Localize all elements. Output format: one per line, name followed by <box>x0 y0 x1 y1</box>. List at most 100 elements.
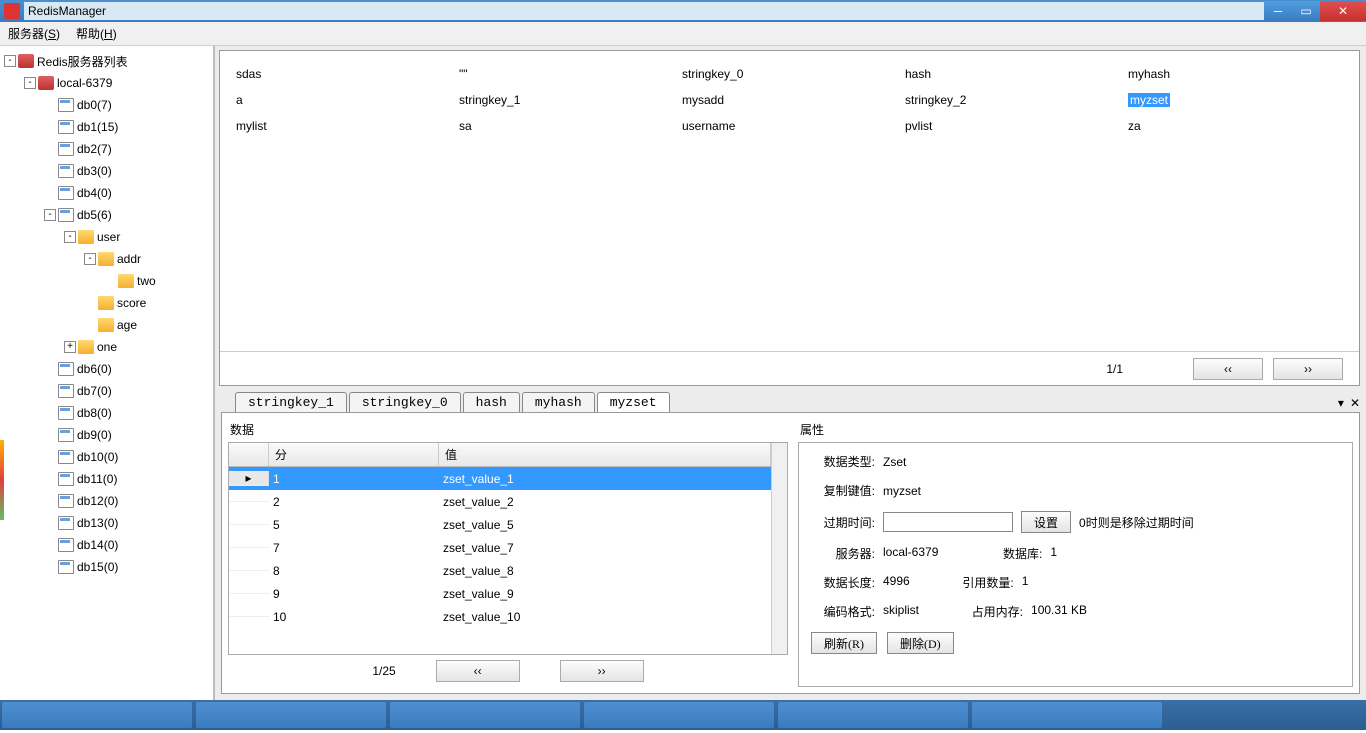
folder-icon <box>78 230 94 244</box>
tree-db[interactable]: db14(0) <box>77 538 118 552</box>
zset-prev-button[interactable]: ‹‹ <box>436 660 520 682</box>
key-cell[interactable]: myhash <box>1124 61 1347 87</box>
close-button[interactable]: ✕ <box>1320 1 1366 21</box>
next-page-button[interactable]: ›› <box>1273 358 1343 380</box>
prop-refcount-label: 引用数量: <box>950 574 1014 591</box>
key-cell[interactable]: stringkey_1 <box>455 87 678 113</box>
expand-toggle[interactable]: - <box>64 231 76 243</box>
minimize-button[interactable]: ─ <box>1264 1 1292 21</box>
table-row[interactable]: 10zset_value_10 <box>229 605 771 628</box>
prop-server-value: local-6379 <box>883 545 938 562</box>
tab-myhash[interactable]: myhash <box>522 392 595 412</box>
key-cell[interactable]: stringkey_2 <box>901 87 1124 113</box>
tab-stringkey_0[interactable]: stringkey_0 <box>349 392 461 412</box>
delete-button[interactable]: 删除(D) <box>887 632 954 654</box>
tree-db[interactable]: db6(0) <box>77 362 112 376</box>
tree-folder[interactable]: one <box>97 340 117 354</box>
tree-db[interactable]: db7(0) <box>77 384 112 398</box>
prop-copykey-label: 复制键值: <box>811 482 875 499</box>
db-icon <box>58 98 74 112</box>
tree-folder[interactable]: score <box>117 296 146 310</box>
tree-root-label[interactable]: Redis服务器列表 <box>37 53 128 70</box>
prop-type-value: Zset <box>883 455 906 469</box>
table-row[interactable]: 9zset_value_9 <box>229 582 771 605</box>
scrollbar[interactable] <box>771 443 787 654</box>
tree-db[interactable]: db1(15) <box>77 120 118 134</box>
tab-hash[interactable]: hash <box>463 392 520 412</box>
tab-stringkey_1[interactable]: stringkey_1 <box>235 392 347 412</box>
db-icon <box>58 516 74 530</box>
properties-panel: 数据类型:Zset 复制键值:myzset 过期时间: 设置 0时则是移除过期时… <box>798 442 1353 687</box>
tree-folder[interactable]: addr <box>117 252 141 266</box>
prop-type-label: 数据类型: <box>811 453 875 470</box>
table-row[interactable]: 8zset_value_8 <box>229 559 771 582</box>
key-cell[interactable]: username <box>678 113 901 139</box>
col-value[interactable]: 值 <box>439 443 771 466</box>
key-cell[interactable]: "" <box>455 61 678 87</box>
expire-input[interactable] <box>883 512 1013 532</box>
tree-connection-label[interactable]: local-6379 <box>57 76 112 90</box>
tree-folder[interactable]: age <box>117 318 137 332</box>
expand-toggle[interactable]: - <box>4 55 16 67</box>
tree-db[interactable]: db5(6) <box>77 208 112 222</box>
prop-copykey-value[interactable]: myzset <box>883 484 921 498</box>
db-icon <box>58 362 74 376</box>
tree-db[interactable]: db13(0) <box>77 516 118 530</box>
tree-db[interactable]: db3(0) <box>77 164 112 178</box>
titlebar: RedisManager ─ ▭ ✕ <box>0 0 1366 22</box>
key-cell[interactable]: stringkey_0 <box>678 61 901 87</box>
prev-page-button[interactable]: ‹‹ <box>1193 358 1263 380</box>
col-score[interactable]: 分 <box>269 443 439 466</box>
refresh-button[interactable]: 刷新(R) <box>811 632 877 654</box>
key-grid[interactable]: sdas""stringkey_0hashmyhashastringkey_1m… <box>220 51 1359 351</box>
taskbar[interactable] <box>0 700 1366 730</box>
key-cell[interactable]: mysadd <box>678 87 901 113</box>
key-cell[interactable]: sdas <box>232 61 455 87</box>
tree-db[interactable]: db8(0) <box>77 406 112 420</box>
expand-toggle[interactable]: - <box>24 77 36 89</box>
tree-db[interactable]: db10(0) <box>77 450 118 464</box>
table-row[interactable]: 5zset_value_5 <box>229 513 771 536</box>
set-expire-button[interactable]: 设置 <box>1021 511 1071 533</box>
menu-help[interactable]: 帮助(H) <box>76 25 117 42</box>
tab-myzset[interactable]: myzset <box>597 392 670 412</box>
prop-server-label: 服务器: <box>811 545 875 562</box>
expand-toggle[interactable]: - <box>44 209 56 221</box>
key-cell[interactable]: sa <box>455 113 678 139</box>
db-icon <box>58 208 74 222</box>
table-row[interactable]: 7zset_value_7 <box>229 536 771 559</box>
key-cell[interactable]: pvlist <box>901 113 1124 139</box>
menu-server[interactable]: 服务器(S) <box>8 25 60 42</box>
tree-db[interactable]: db0(7) <box>77 98 112 112</box>
zset-header: 分 值 <box>229 443 771 467</box>
server-list-icon <box>18 54 34 68</box>
zset-next-button[interactable]: ›› <box>560 660 644 682</box>
tab-close-icon[interactable]: ✕ <box>1350 396 1360 410</box>
tree-db[interactable]: db2(7) <box>77 142 112 156</box>
db-icon <box>58 142 74 156</box>
key-cell[interactable]: mylist <box>232 113 455 139</box>
table-row[interactable]: 2zset_value_2 <box>229 490 771 513</box>
expand-toggle[interactable]: + <box>64 341 76 353</box>
key-cell[interactable]: hash <box>901 61 1124 87</box>
prop-expire-label: 过期时间: <box>811 514 875 531</box>
zset-table[interactable]: 分 值 ▸1zset_value_12zset_value_25zset_val… <box>228 442 788 655</box>
db-icon <box>58 450 74 464</box>
tree-folder[interactable]: two <box>137 274 156 288</box>
key-cell[interactable]: myzset <box>1124 87 1347 113</box>
tree-db[interactable]: db11(0) <box>77 472 117 486</box>
key-cell[interactable]: za <box>1124 113 1347 139</box>
tree-db[interactable]: db12(0) <box>77 494 118 508</box>
server-tree[interactable]: - Redis服务器列表 - local-6379 db0(7) db1(15)… <box>0 50 213 578</box>
tree-db[interactable]: db4(0) <box>77 186 112 200</box>
expand-toggle[interactable]: - <box>84 253 96 265</box>
tree-db[interactable]: db9(0) <box>77 428 112 442</box>
app-icon <box>4 3 20 19</box>
tab-dropdown-icon[interactable]: ▾ <box>1338 396 1344 410</box>
table-row[interactable]: ▸1zset_value_1 <box>229 467 771 490</box>
maximize-button[interactable]: ▭ <box>1292 1 1320 21</box>
tree-folder[interactable]: user <box>97 230 120 244</box>
tree-db[interactable]: db15(0) <box>77 560 118 574</box>
prop-mem-label: 占用内存: <box>959 603 1023 620</box>
key-cell[interactable]: a <box>232 87 455 113</box>
